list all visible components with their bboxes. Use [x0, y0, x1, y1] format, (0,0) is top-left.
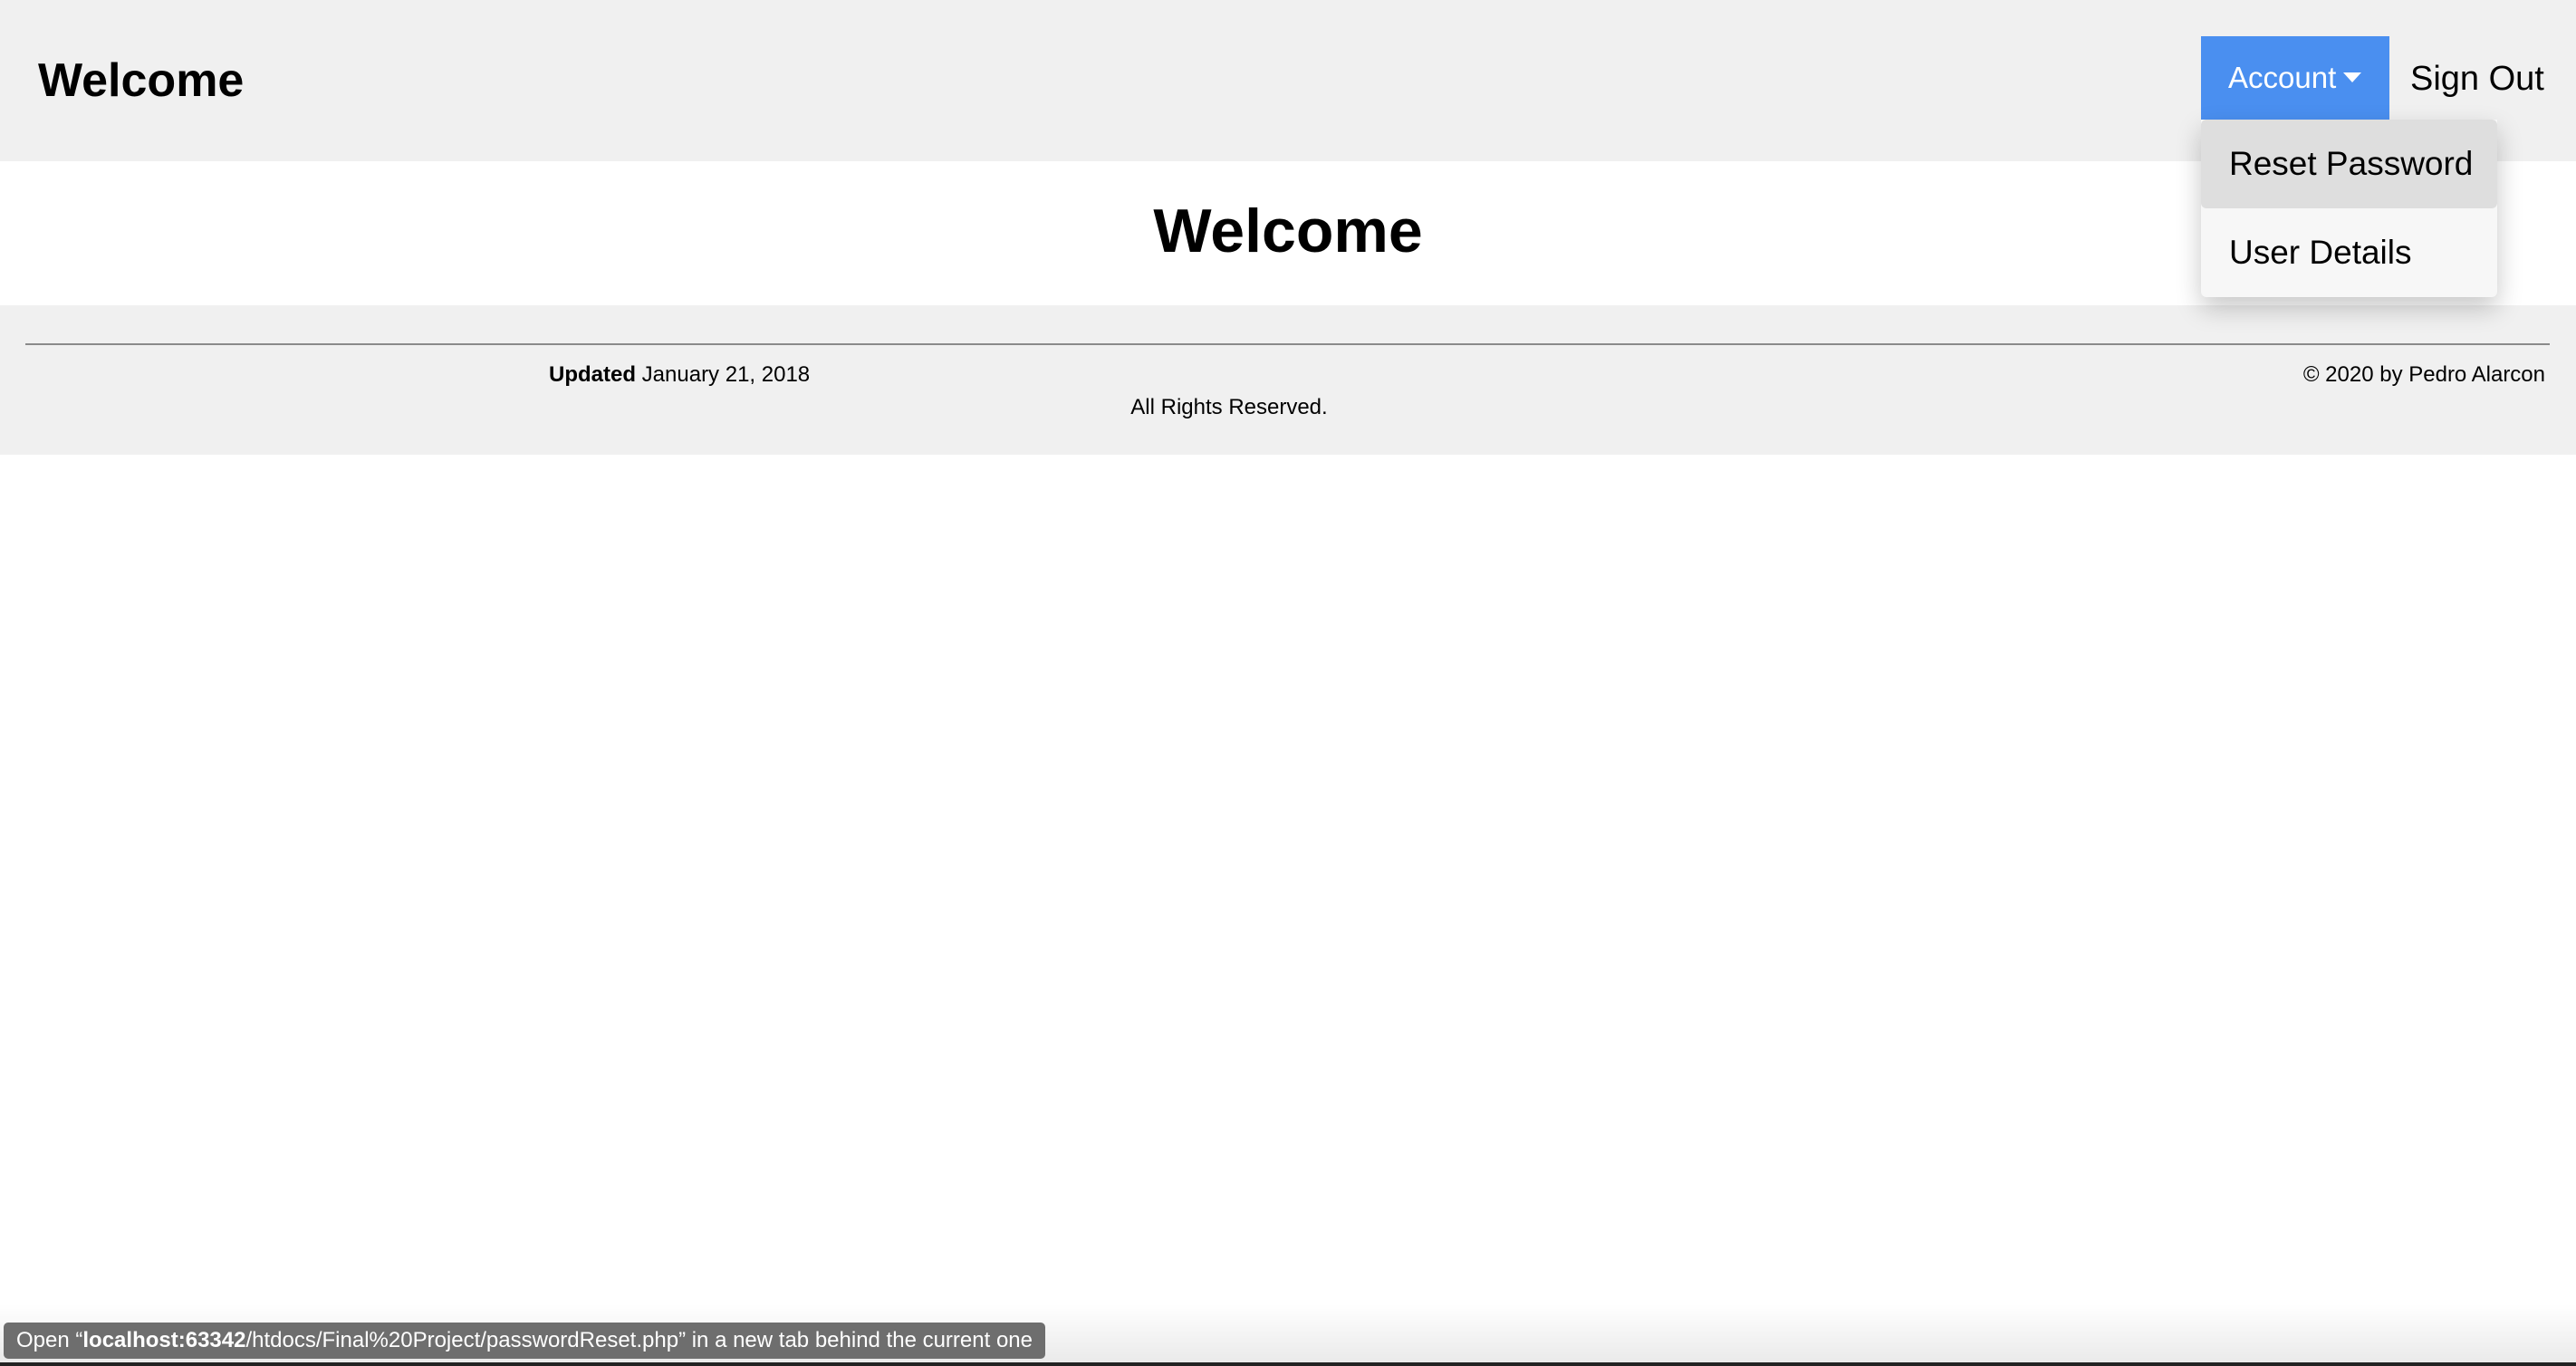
- footer-divider: [25, 343, 2550, 345]
- status-prefix: Open “: [16, 1328, 83, 1352]
- account-button-label: Account: [2228, 61, 2337, 94]
- status-suffix: ” in a new tab behind the current one: [678, 1328, 1033, 1352]
- browser-status-bar: Open “localhost:63342/htdocs/Final%20Pro…: [4, 1323, 1045, 1359]
- updated-date: January 21, 2018: [641, 362, 811, 387]
- menu-item-user-details[interactable]: User Details: [2201, 208, 2497, 297]
- footer-updated: Updated January 21, 2018: [549, 360, 810, 390]
- menu-item-reset-password[interactable]: Reset Password: [2201, 120, 2497, 208]
- site-brand[interactable]: Welcome: [38, 45, 244, 116]
- account-dropdown-button[interactable]: Account: [2201, 36, 2389, 120]
- status-host: localhost:63342: [82, 1328, 246, 1352]
- top-nav-bar: Welcome Account Sign Out: [0, 0, 2576, 161]
- updated-label: Updated: [549, 362, 636, 387]
- page-footer: Updated January 21, 2018 © 2020 by Pedro…: [0, 305, 2576, 455]
- account-dropdown-menu: Reset Password User Details: [2201, 120, 2497, 297]
- window-bottom-edge: [0, 1362, 2576, 1366]
- footer-copyright: © 2020 by Pedro Alarcon: [2302, 362, 2545, 387]
- footer-rights: All Rights Reserved.: [1130, 395, 1328, 419]
- page-title: Welcome: [1153, 197, 1423, 265]
- caret-down-icon: [2343, 72, 2362, 82]
- sign-out-link[interactable]: Sign Out: [2410, 53, 2544, 105]
- status-path: /htdocs/Final%20Project/passwordReset.ph…: [245, 1328, 679, 1352]
